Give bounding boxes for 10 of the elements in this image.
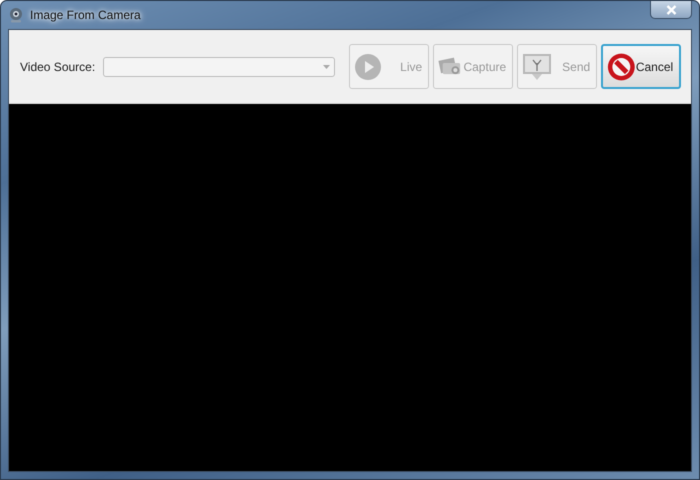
cancel-icon xyxy=(607,50,636,82)
video-source-label: Video Source: xyxy=(20,60,96,74)
close-icon xyxy=(666,4,676,14)
picture-icon xyxy=(522,52,552,80)
play-icon xyxy=(354,52,382,80)
webcam-icon xyxy=(8,7,24,23)
dropdown-arrow-icon xyxy=(323,64,330,68)
window-title: Image From Camera xyxy=(30,8,141,22)
close-button[interactable] xyxy=(650,1,692,19)
cancel-button[interactable]: Cancel xyxy=(601,44,682,89)
